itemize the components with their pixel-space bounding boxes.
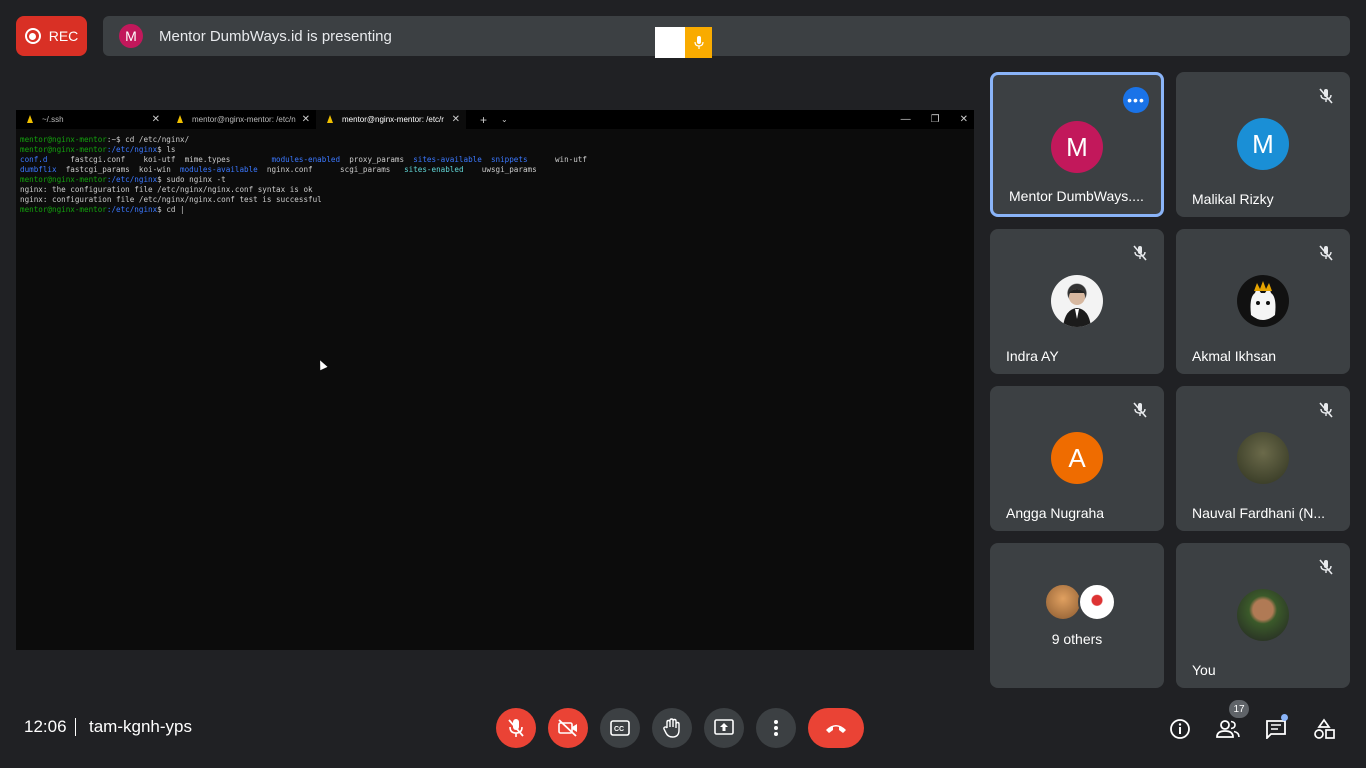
terminal-tab-ssh[interactable]: ~/.ssh ✕ [16, 110, 166, 129]
new-message-dot [1281, 714, 1288, 721]
toggle-camera-button[interactable] [548, 708, 588, 748]
participant-tile-nauval[interactable]: Nauval Fardhani (N... [1176, 386, 1350, 531]
captions-button[interactable]: CC [600, 708, 640, 748]
participant-tile-mentor[interactable]: ••• M Mentor DumbWays.... [990, 72, 1164, 217]
more-options-button[interactable] [756, 708, 796, 748]
avatar [1051, 275, 1103, 327]
others-avatars [1044, 583, 1116, 621]
activities-button[interactable] [1311, 716, 1337, 742]
window-controls: — ❐ ✕ [901, 110, 968, 129]
participant-name: Malikal Rizky [1192, 191, 1274, 207]
leave-call-button[interactable] [808, 708, 864, 748]
toggle-mic-button[interactable] [496, 708, 536, 748]
activities-icon [1314, 718, 1335, 739]
participant-tile-others[interactable]: 9 others [990, 543, 1164, 688]
more-vert-icon [774, 720, 778, 736]
participant-name: Nauval Fardhani (N... [1192, 505, 1326, 521]
participant-tile-you[interactable]: You [1176, 543, 1350, 688]
raise-hand-button[interactable] [652, 708, 692, 748]
shared-screen-terminal: ~/.ssh ✕ mentor@nginx-mentor: /etc/n ✕ m… [16, 110, 974, 650]
mouse-cursor-icon [316, 358, 328, 371]
mic-off-icon [1316, 557, 1336, 577]
others-count: 9 others [1051, 631, 1103, 647]
meeting-code: tam-kgnh-yps [89, 717, 192, 736]
camera-off-icon [558, 719, 577, 737]
participant-name: You [1192, 662, 1216, 678]
record-icon [24, 28, 41, 44]
close-window-icon[interactable]: ✕ [960, 114, 968, 125]
avatar: M [1051, 121, 1103, 173]
presenting-text: Mentor DumbWays.id is presenting [159, 27, 392, 45]
present-now-button[interactable] [704, 708, 744, 748]
mic-off-icon [1316, 86, 1336, 106]
terminal-output: mentor@nginx-mentor:~$ cd /etc/nginx/ me… [20, 135, 587, 214]
people-count-badge: 17 [1229, 700, 1249, 718]
participant-tile-akmal[interactable]: Akmal Ikhsan [1176, 229, 1350, 374]
linux-icon [26, 115, 34, 124]
chat-icon [1266, 720, 1286, 739]
new-tab-button[interactable]: + [480, 113, 487, 127]
mic-off-icon [1316, 243, 1336, 263]
close-icon[interactable]: ✕ [452, 114, 460, 125]
avatar [1237, 432, 1289, 484]
people-icon [1216, 720, 1240, 738]
linux-icon [326, 115, 334, 124]
participant-name: Akmal Ikhsan [1192, 348, 1277, 364]
tab-dropdown-button[interactable]: ⌄ [501, 115, 508, 124]
avatar [1044, 583, 1082, 621]
show-everyone-button[interactable] [1215, 716, 1241, 742]
microphone-icon [685, 27, 712, 58]
participant-name: Indra AY [1006, 348, 1059, 364]
info-icon [1170, 719, 1190, 739]
speaking-indicator [655, 27, 712, 58]
svg-text:CC: CC [614, 726, 624, 733]
raise-hand-icon [663, 718, 680, 738]
participant-name: Mentor DumbWays.... [1009, 188, 1144, 204]
avatar: A [1051, 432, 1103, 484]
avatar [1237, 589, 1289, 641]
present-screen-icon [714, 719, 734, 735]
mic-off-icon [508, 719, 524, 737]
rec-label: REC [48, 28, 79, 44]
recording-indicator[interactable]: REC [16, 16, 87, 56]
presenter-avatar: M [119, 24, 143, 48]
end-call-icon [826, 725, 846, 733]
participant-tile-angga[interactable]: A Angga Nugraha [990, 386, 1164, 531]
maximize-icon[interactable]: ❐ [931, 114, 940, 125]
mic-off-icon [1130, 243, 1150, 263]
mic-off-icon [1130, 400, 1150, 420]
more-options-icon[interactable]: ••• [1123, 87, 1149, 113]
terminal-tab-nginx-2[interactable]: mentor@nginx-mentor: /etc/r ✕ [316, 110, 466, 129]
meeting-details-button[interactable] [1167, 716, 1193, 742]
minimize-icon[interactable]: — [901, 114, 911, 125]
captions-icon: CC [610, 720, 630, 736]
close-icon[interactable]: ✕ [152, 114, 160, 125]
terminal-tab-bar: ~/.ssh ✕ mentor@nginx-mentor: /etc/n ✕ m… [16, 110, 974, 129]
terminal-tab-nginx-1[interactable]: mentor@nginx-mentor: /etc/n ✕ [166, 110, 316, 129]
avatar [1237, 275, 1289, 327]
divider [75, 718, 76, 736]
avatar [1078, 583, 1116, 621]
meeting-clock: 12:06 [24, 717, 67, 736]
linux-icon [176, 115, 184, 124]
presenting-banner: M Mentor DumbWays.id is presenting [103, 16, 1350, 56]
avatar: M [1237, 118, 1289, 170]
mic-off-icon [1316, 400, 1336, 420]
participant-tile-malikal[interactable]: M Malikal Rizky [1176, 72, 1350, 217]
participant-tile-indra[interactable]: Indra AY [990, 229, 1164, 374]
close-icon[interactable]: ✕ [302, 114, 310, 125]
participant-name: Angga Nugraha [1006, 505, 1105, 521]
